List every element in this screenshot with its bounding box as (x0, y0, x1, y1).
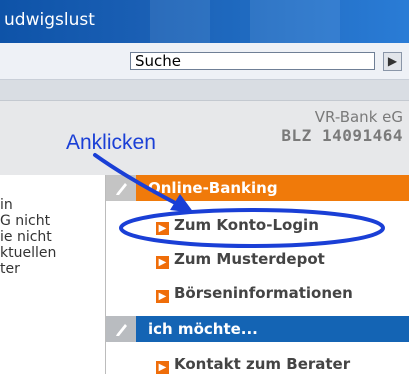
region-title: udwigslust (4, 10, 95, 30)
link-label: Börseninformationen (174, 284, 353, 302)
banner-tile (150, 0, 210, 43)
kontakt-berater-link[interactable]: ▶ Kontakt zum Berater (156, 355, 350, 374)
arrow-right-icon: ▶ (156, 361, 169, 374)
link-label: Kontakt zum Berater (174, 355, 351, 373)
top-banner: udwigslust (0, 0, 409, 43)
arrow-right-icon: ▶ (156, 290, 169, 303)
boerseninformationen-link[interactable]: ▶ Börseninformationen (156, 284, 353, 303)
bank-name: VR-Bank eG (314, 108, 403, 126)
text-line: ie nicht (0, 229, 52, 245)
annotation-ellipse (119, 208, 385, 248)
pencil-icon (106, 316, 136, 342)
search-submit-button[interactable]: ▶ (383, 52, 402, 71)
text-line: ter (0, 261, 20, 277)
arrow-right-icon: ▶ (387, 54, 398, 68)
bank-code: BLZ 14091464 (281, 126, 403, 145)
ich-moechte-title: ich möchte... (148, 320, 258, 338)
link-label: Zum Musterdepot (174, 250, 325, 268)
arrow-right-icon: ▶ (156, 256, 169, 269)
text-line: ktuellen (0, 245, 57, 261)
banner-tile (250, 0, 340, 43)
ich-moechte-header[interactable]: ich möchte... (106, 316, 409, 342)
musterdepot-link[interactable]: ▶ Zum Musterdepot (156, 250, 325, 269)
navigation-strip (0, 80, 409, 101)
search-input[interactable] (130, 52, 375, 70)
